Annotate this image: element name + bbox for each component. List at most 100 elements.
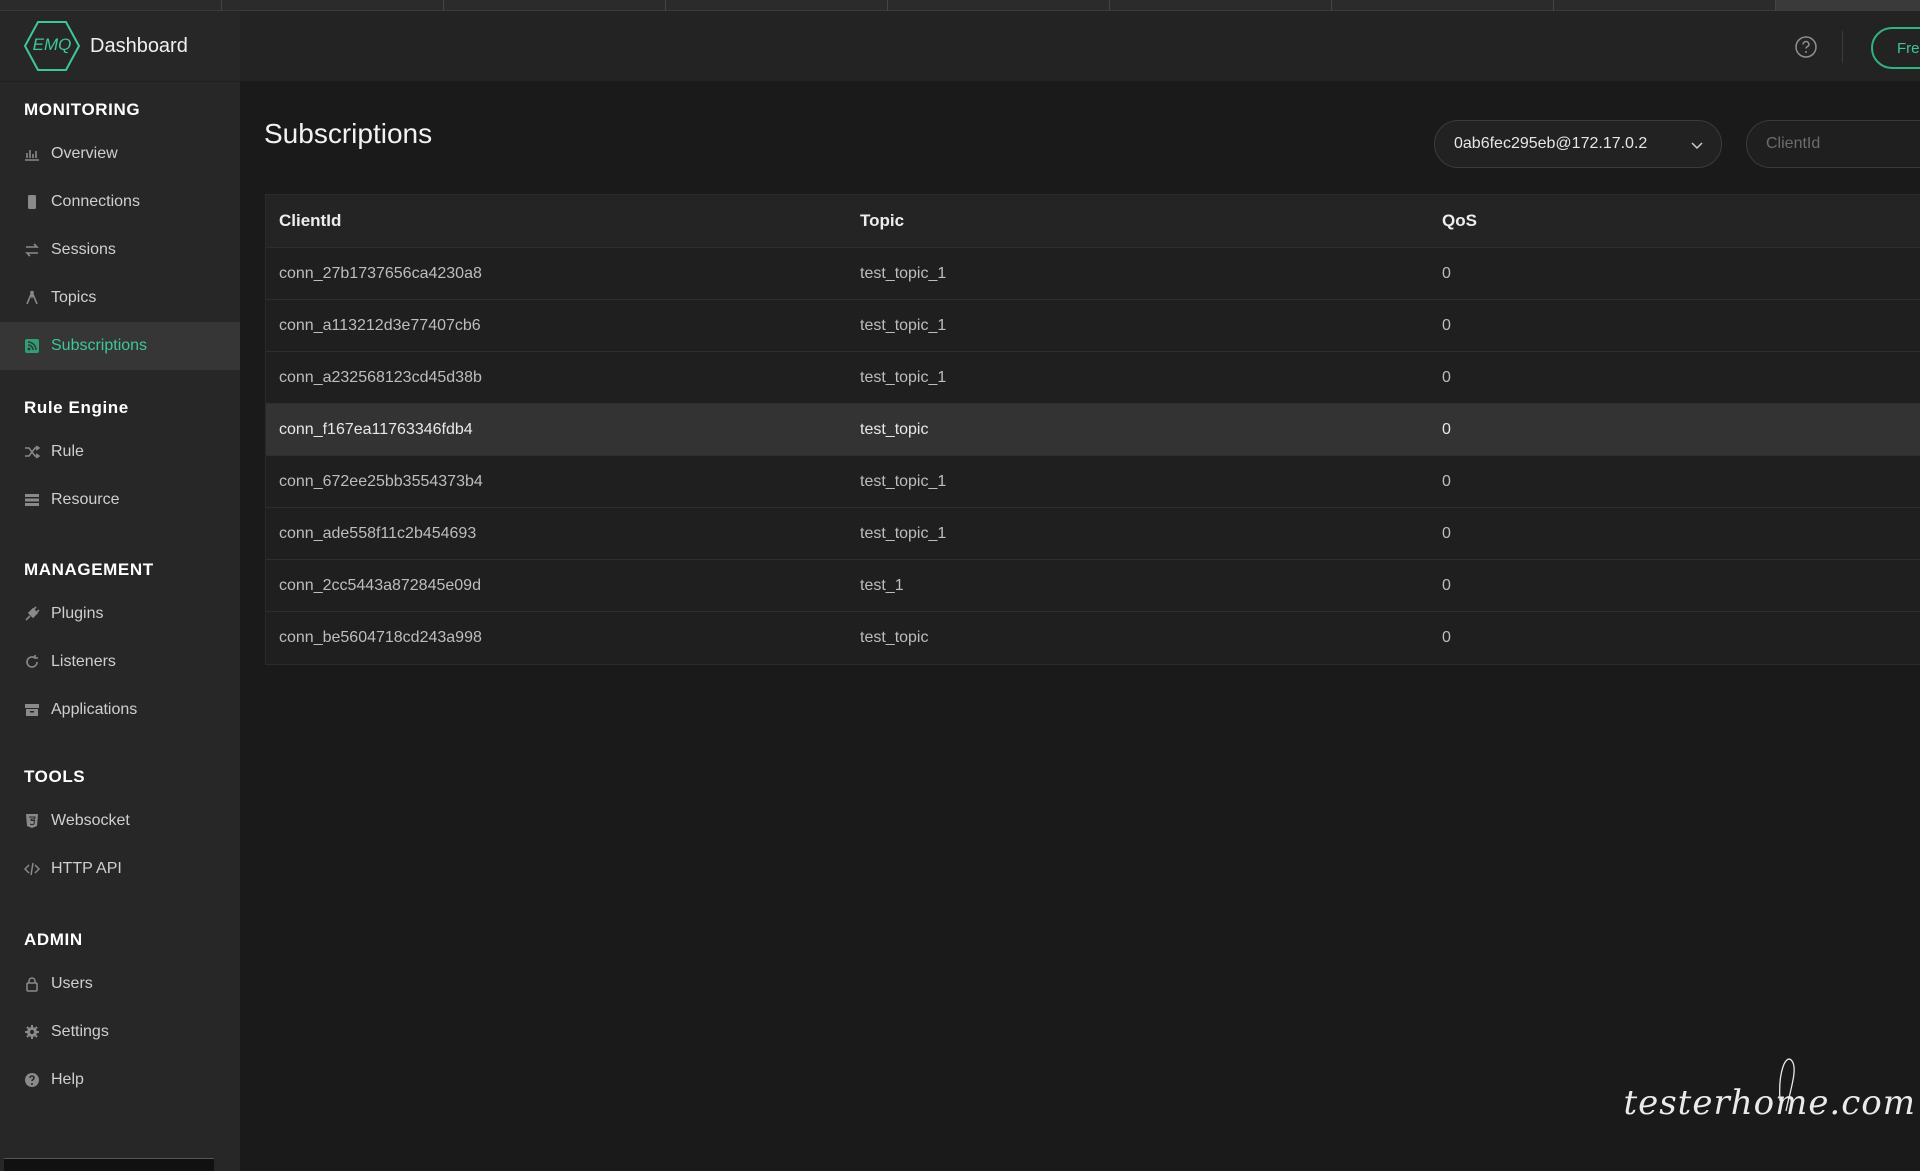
- archive-icon: [24, 702, 40, 718]
- cell-clientid: conn_a113212d3e77407cb6: [279, 316, 481, 334]
- cell-qos: 0: [1442, 524, 1451, 542]
- header-divider: [1842, 31, 1843, 63]
- table-row[interactable]: conn_a113212d3e77407cb6 test_topic_1 0: [266, 300, 1920, 352]
- sidebar-item-subscriptions[interactable]: Subscriptions: [0, 322, 240, 370]
- phone-icon: [24, 194, 40, 210]
- cell-topic: test_topic_1: [860, 472, 947, 490]
- swap-arrows-icon: [24, 242, 40, 258]
- sidebar-item-label: Help: [51, 1071, 84, 1088]
- sidebar-item-label: Connections: [51, 193, 140, 210]
- sidebar-item-label: Subscriptions: [51, 337, 148, 354]
- browser-tab[interactable]: [1332, 0, 1554, 11]
- sidebar-item-label: Users: [51, 975, 93, 992]
- column-header-qos[interactable]: QoS: [1429, 211, 1920, 231]
- cell-topic: test_topic: [860, 420, 929, 438]
- browser-tab[interactable]: [1110, 0, 1332, 11]
- plug-icon: [24, 606, 40, 622]
- table-row[interactable]: conn_a232568123cd45d38b test_topic_1 0: [266, 352, 1920, 404]
- cell-clientid: conn_2cc5443a872845e09d: [279, 576, 481, 594]
- browser-tab[interactable]: [444, 0, 666, 11]
- table-row[interactable]: conn_27b1737656ca4230a8 test_topic_1 0: [266, 248, 1920, 300]
- cell-clientid: conn_a232568123cd45d38b: [279, 368, 482, 386]
- table-row[interactable]: conn_2cc5443a872845e09d test_1 0: [266, 560, 1920, 612]
- watermark-text: testerhome.com: [1623, 1083, 1916, 1123]
- cell-topic: test_topic_1: [860, 524, 947, 542]
- cell-qos: 0: [1442, 420, 1451, 438]
- sidebar-item-websocket[interactable]: Websocket: [0, 797, 240, 845]
- sidebar-item-label: Overview: [51, 145, 118, 162]
- table-header-row: ClientId Topic QoS: [266, 195, 1920, 248]
- sidebar-item-label: Applications: [51, 701, 138, 718]
- cell-qos: 0: [1442, 576, 1451, 594]
- sidebar-item-connections[interactable]: Connections: [0, 178, 240, 226]
- free-trial-button[interactable]: Fre: [1871, 27, 1920, 69]
- browser-tab[interactable]: [666, 0, 888, 11]
- browser-tab-active[interactable]: [1776, 0, 1920, 11]
- browser-tab[interactable]: [888, 0, 1110, 11]
- section-title-admin: ADMIN: [24, 930, 83, 949]
- column-header-topic[interactable]: Topic: [847, 211, 1429, 231]
- server-icon: [24, 492, 40, 508]
- sidebar-item-label: HTTP API: [51, 860, 122, 877]
- sidebar-item-label: Settings: [51, 1023, 109, 1040]
- cell-clientid: conn_27b1737656ca4230a8: [279, 264, 482, 282]
- section-title-rule-engine: Rule Engine: [24, 398, 129, 417]
- testerhome-watermark: testerhome.com: [1623, 1051, 1920, 1141]
- sidebar-item-label: Listeners: [51, 653, 116, 670]
- column-header-clientid[interactable]: ClientId: [266, 211, 847, 231]
- browser-tab[interactable]: [0, 0, 222, 11]
- bar-chart-icon: [24, 146, 40, 162]
- sidebar-item-label: Resource: [51, 491, 120, 508]
- cell-topic: test_topic_1: [860, 264, 947, 282]
- sidebar-item-label: Sessions: [51, 241, 116, 258]
- sidebar-item-overview[interactable]: Overview: [0, 130, 240, 178]
- sidebar-item-label: Plugins: [51, 605, 104, 622]
- browser-tab-strip: [0, 0, 1920, 11]
- cell-clientid: conn_be5604718cd243a998: [279, 629, 482, 646]
- table-row-hovered[interactable]: conn_f167ea11763346fdb4 test_topic 0: [266, 404, 1920, 456]
- cell-topic: test_1: [860, 576, 904, 594]
- cell-clientid: conn_f167ea11763346fdb4: [279, 420, 473, 438]
- sidebar-item-settings[interactable]: Settings: [0, 1008, 240, 1056]
- top-header: Fre: [240, 11, 1920, 82]
- cell-qos: 0: [1442, 316, 1451, 334]
- shuffle-icon: [24, 444, 40, 460]
- bottom-status-tab: [4, 1158, 214, 1171]
- sidebar-item-sessions[interactable]: Sessions: [0, 226, 240, 274]
- section-title-tools: TOOLS: [24, 767, 86, 786]
- cell-qos: 0: [1442, 368, 1451, 386]
- help-circle-icon[interactable]: [1794, 35, 1818, 59]
- sidebar-item-label: Websocket: [51, 812, 130, 829]
- main-content: Subscriptions 0ab6fec295eb@172.17.0.2 Cl…: [240, 82, 1920, 1171]
- sidebar-item-rule[interactable]: Rule: [0, 428, 240, 476]
- app-title: Dashboard: [90, 34, 188, 57]
- sidebar-item-listeners[interactable]: Listeners: [0, 638, 240, 686]
- emq-logo: EMQ: [24, 20, 80, 72]
- cell-topic: test_topic: [860, 629, 929, 646]
- gear-icon: [24, 1024, 40, 1040]
- sidebar-item-help[interactable]: Help: [0, 1056, 240, 1104]
- code-icon: [24, 861, 40, 877]
- sidebar-item-resource[interactable]: Resource: [0, 476, 240, 524]
- sidebar-item-users[interactable]: Users: [0, 960, 240, 1008]
- question-icon: [24, 1072, 40, 1088]
- table-row[interactable]: conn_672ee25bb3554373b4 test_topic_1 0: [266, 456, 1920, 508]
- sidebar-item-topics[interactable]: Topics: [0, 274, 240, 322]
- brand[interactable]: EMQ Dashboard: [0, 11, 240, 82]
- sidebar-item-plugins[interactable]: Plugins: [0, 590, 240, 638]
- section-title-monitoring: MONITORING: [24, 100, 141, 119]
- cell-qos: 0: [1442, 264, 1451, 282]
- browser-tab[interactable]: [222, 0, 444, 11]
- sidebar-item-applications[interactable]: Applications: [0, 686, 240, 734]
- html5-icon: [24, 813, 40, 829]
- table-row[interactable]: conn_be5604718cd243a998 test_topic 0: [266, 612, 1920, 664]
- browser-tab[interactable]: [1554, 0, 1776, 11]
- node-select[interactable]: 0ab6fec295eb@172.17.0.2: [1434, 120, 1722, 168]
- cell-topic: test_topic_1: [860, 368, 947, 386]
- table-row[interactable]: conn_ade558f11c2b454693 test_topic_1 0: [266, 508, 1920, 560]
- clientid-search-input[interactable]: [1746, 120, 1920, 168]
- sidebar-item-label: Topics: [51, 289, 97, 306]
- sidebar-item-http-api[interactable]: HTTP API: [0, 845, 240, 893]
- branch-icon: [24, 290, 40, 306]
- refresh-icon: [24, 654, 40, 670]
